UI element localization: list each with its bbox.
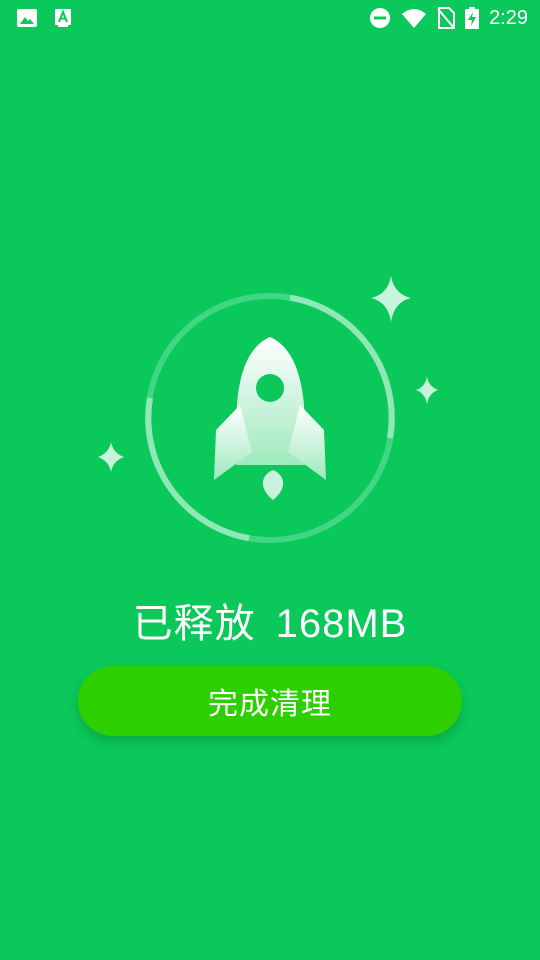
sparkle-icon bbox=[98, 442, 124, 472]
finish-cleaning-button[interactable]: 完成清理 bbox=[78, 666, 462, 736]
released-label: 已释放 bbox=[132, 602, 256, 646]
finish-cleaning-label: 完成清理 bbox=[208, 688, 332, 721]
released-value: 168MB bbox=[275, 602, 408, 646]
sparkle-icon bbox=[371, 276, 411, 322]
boost-illustration bbox=[98, 276, 438, 543]
sparkle-icon bbox=[416, 377, 438, 404]
rocket-icon bbox=[214, 337, 326, 500]
released-summary: 已释放 168MB bbox=[0, 596, 540, 652]
